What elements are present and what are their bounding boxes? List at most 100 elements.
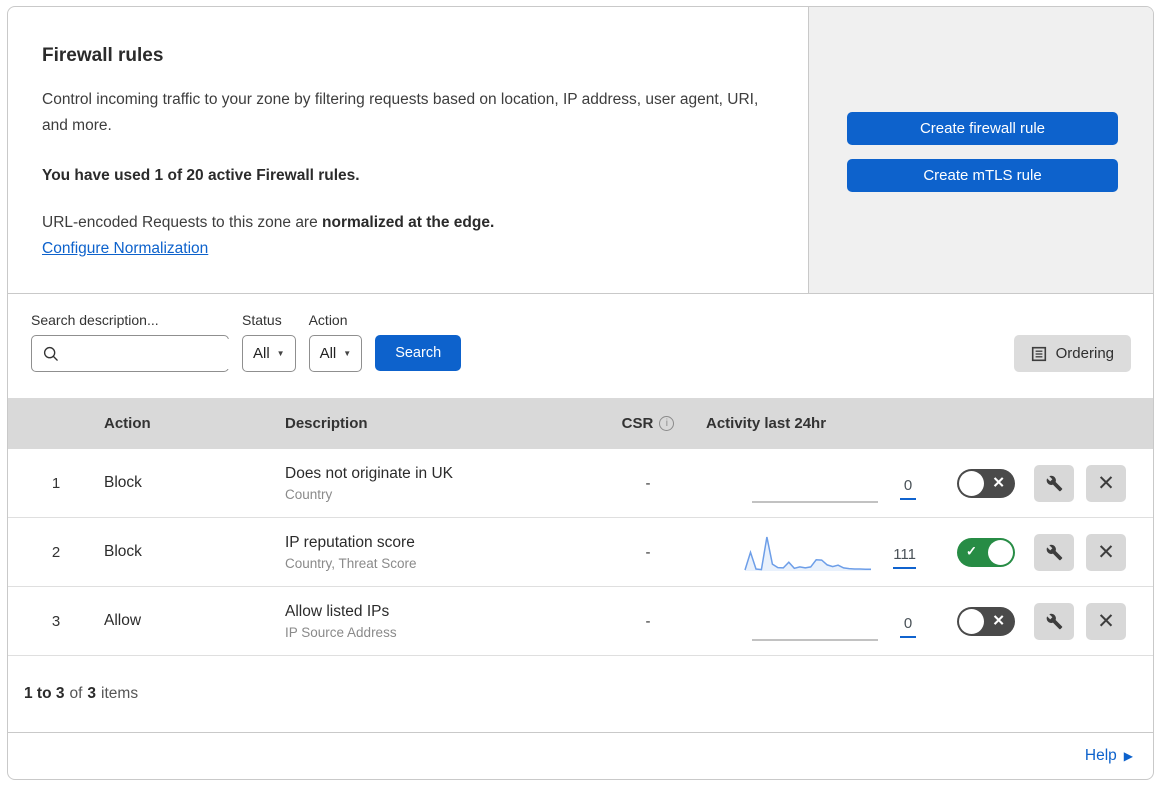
delete-cell: ✕	[1086, 464, 1146, 502]
edit-cell	[1034, 602, 1086, 640]
edit-rule-button[interactable]	[1034, 602, 1074, 640]
table-row: 1 Block Does not originate in UK Country…	[8, 449, 1153, 518]
firewall-rules-card: Firewall rules Control incoming traffic …	[7, 6, 1154, 780]
rule-enabled-toggle[interactable]: ✓ ✕	[957, 468, 1015, 498]
help-link[interactable]: Help ▶	[1085, 747, 1133, 765]
edit-rule-button[interactable]	[1034, 464, 1074, 502]
actions-panel: Create firewall rule Create mTLS rule	[808, 7, 1153, 293]
activity-sparkline	[752, 639, 878, 641]
action-value: All	[319, 345, 337, 362]
filter-bar: Search description... Status All ▼ Actio…	[8, 294, 1153, 398]
create-mtls-rule-button[interactable]: Create mTLS rule	[847, 159, 1118, 192]
search-label: Search description...	[31, 312, 159, 328]
list-icon	[1031, 346, 1047, 362]
rule-action: Block	[104, 474, 142, 491]
toggle-cell: ✓ ✕	[938, 468, 1034, 498]
configure-normalization-link[interactable]: Configure Normalization	[42, 240, 208, 258]
search-group: Search description...	[31, 312, 249, 372]
rule-title: Allow listed IPs	[285, 602, 390, 620]
col-description: Description	[285, 415, 368, 432]
pagination-items: items	[101, 685, 139, 702]
close-icon: ✕	[1097, 540, 1115, 564]
toggle-cell: ✓ ✕	[938, 606, 1034, 636]
search-button[interactable]: Search	[375, 335, 462, 371]
rule-enabled-toggle[interactable]: ✓ ✕	[957, 606, 1015, 636]
page-title: Firewall rules	[42, 45, 164, 66]
rule-enabled-toggle[interactable]: ✓ ✕	[957, 537, 1015, 567]
rule-activity: 0	[698, 462, 938, 504]
rule-title: IP reputation score	[285, 533, 415, 551]
rule-activity: 111	[698, 531, 938, 573]
wrench-icon	[1046, 475, 1063, 492]
status-value: All	[253, 345, 270, 362]
toggle-knob	[959, 608, 984, 634]
normalization-bold: normalized at the edge.	[322, 214, 495, 231]
edit-cell	[1034, 464, 1086, 502]
pagination-summary: 1 to 3 of 3 items	[8, 656, 1153, 733]
rule-fields: Country	[285, 486, 333, 502]
pagination-range: 1 to 3	[24, 685, 65, 702]
csr-label: CSR	[621, 415, 654, 432]
wrench-icon	[1046, 613, 1063, 630]
x-icon: ✕	[992, 612, 1005, 630]
arrow-right-icon: ▶	[1123, 749, 1133, 763]
delete-rule-button[interactable]: ✕	[1086, 533, 1126, 571]
rule-description: Allow listed IPs IP Source Address	[285, 603, 598, 640]
info-icon[interactable]: i	[659, 416, 675, 431]
rule-activity: 0	[698, 600, 938, 642]
action-filter-group: Action All ▼	[308, 312, 363, 372]
delete-cell: ✕	[1086, 602, 1146, 640]
rule-title: Does not originate in UK	[285, 464, 454, 482]
rule-priority: 1	[51, 474, 61, 492]
table-row: 3 Allow Allow listed IPs IP Source Addre…	[8, 587, 1153, 656]
header-text-block: Firewall rules Control incoming traffic …	[8, 7, 808, 293]
rule-priority: 2	[51, 543, 61, 561]
action-label: Action	[308, 312, 348, 328]
search-input[interactable]	[68, 338, 249, 369]
chevron-down-icon: ▼	[276, 349, 285, 358]
activity-count-link[interactable]: 0	[900, 477, 916, 500]
create-firewall-rule-button[interactable]: Create firewall rule	[847, 112, 1118, 145]
normalization-note: URL-encoded Requests to this zone are no…	[42, 214, 768, 232]
table-row: 2 Block IP reputation score Country, Thr…	[8, 518, 1153, 587]
activity-count-link[interactable]: 111	[893, 546, 916, 569]
edit-rule-button[interactable]	[1034, 533, 1074, 571]
status-select[interactable]: All ▼	[242, 335, 296, 372]
ordering-button[interactable]: Ordering	[1013, 335, 1131, 372]
delete-rule-button[interactable]: ✕	[1086, 464, 1126, 502]
rule-csr: -	[645, 612, 651, 630]
status-label: Status	[242, 312, 282, 328]
chevron-down-icon: ▼	[343, 349, 352, 358]
activity-count-link[interactable]: 0	[900, 615, 916, 638]
activity-sparkline	[744, 536, 872, 571]
toggle-cell: ✓ ✕	[938, 537, 1034, 567]
table-header: Action Description CSR i Activity last 2…	[8, 398, 1153, 449]
usage-summary: You have used 1 of 20 active Firewall ru…	[42, 167, 360, 184]
rule-csr: -	[645, 543, 651, 561]
page-description: Control incoming traffic to your zone by…	[42, 91, 759, 134]
edit-cell	[1034, 533, 1086, 571]
status-filter-group: Status All ▼	[242, 312, 296, 372]
rule-fields: IP Source Address	[285, 624, 397, 640]
rule-description: Does not originate in UK Country	[285, 465, 598, 502]
rule-priority: 3	[51, 612, 61, 630]
pagination-total: 3	[87, 685, 97, 702]
normalization-text: URL-encoded Requests to this zone are	[42, 214, 318, 231]
rule-fields: Country, Threat Score	[285, 555, 417, 571]
ordering-label: Ordering	[1055, 345, 1114, 362]
wrench-icon	[1046, 544, 1063, 561]
pagination-of: of	[69, 685, 83, 702]
col-csr: CSR i	[598, 415, 698, 432]
x-icon: ✕	[992, 474, 1005, 492]
help-section: Help ▶	[8, 733, 1153, 779]
toggle-knob	[959, 470, 984, 496]
delete-cell: ✕	[1086, 533, 1146, 571]
delete-rule-button[interactable]: ✕	[1086, 602, 1126, 640]
activity-sparkline	[752, 501, 878, 503]
check-icon: ✓	[966, 543, 977, 559]
col-action: Action	[104, 415, 151, 432]
header-section: Firewall rules Control incoming traffic …	[8, 7, 1153, 294]
rule-action: Allow	[104, 612, 142, 629]
search-box	[31, 335, 249, 372]
action-select[interactable]: All ▼	[308, 335, 363, 372]
